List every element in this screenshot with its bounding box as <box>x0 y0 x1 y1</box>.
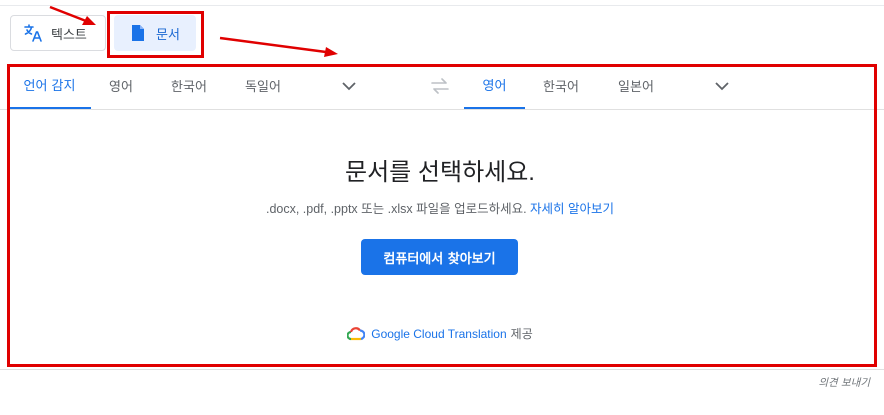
annotation-arrowhead <box>324 47 338 57</box>
swap-languages-button[interactable] <box>428 75 452 97</box>
document-mode-button[interactable]: 문서 <box>114 15 196 51</box>
powered-by-suffix: 제공 <box>510 327 533 341</box>
translate-icon <box>23 23 43 43</box>
target-tab-english[interactable]: 영어 <box>464 62 525 109</box>
source-tab-german[interactable]: 독일어 <box>231 62 295 109</box>
google-cloud-icon <box>347 326 366 340</box>
send-feedback-link[interactable]: 의견 보내기 <box>818 375 870 390</box>
dropzone-subtitle-text: .docx, .pdf, .pptx 또는 .xlsx 파일을 업로드하세요. <box>265 202 527 216</box>
source-tab-english[interactable]: 영어 <box>96 62 146 109</box>
dropzone-subtitle: .docx, .pdf, .pptx 또는 .xlsx 파일을 업로드하세요. … <box>0 198 880 217</box>
swap-icon <box>431 78 449 94</box>
source-language-dropdown[interactable] <box>338 75 360 97</box>
language-tab-bar: 언어 감지 영어 한국어 독일어 영어 한국어 일본어 <box>0 62 884 110</box>
browse-computer-button[interactable]: 컴퓨터에서 찾아보기 <box>361 239 518 275</box>
document-icon <box>128 23 148 43</box>
dropzone-title: 문서를 선택하세요. <box>345 159 535 186</box>
learn-more-link[interactable]: 자세히 알아보기 <box>530 202 614 216</box>
cloud-translation-link[interactable]: Google Cloud Translation <box>371 327 506 341</box>
chevron-down-icon <box>715 81 729 90</box>
text-mode-button[interactable]: 텍스트 <box>10 15 106 51</box>
bottom-divider <box>0 369 884 370</box>
powered-by: Google Cloud Translation 제공 <box>0 325 880 342</box>
target-language-dropdown[interactable] <box>711 75 733 97</box>
target-tab-korean[interactable]: 한국어 <box>529 62 593 109</box>
source-tab-detect[interactable]: 언어 감지 <box>8 62 91 109</box>
chevron-down-icon <box>342 81 356 90</box>
text-mode-label: 텍스트 <box>51 27 87 43</box>
top-divider <box>0 5 884 6</box>
target-tab-japanese[interactable]: 일본어 <box>604 62 668 109</box>
source-tab-korean[interactable]: 한국어 <box>157 62 221 109</box>
document-mode-label: 문서 <box>156 27 180 43</box>
